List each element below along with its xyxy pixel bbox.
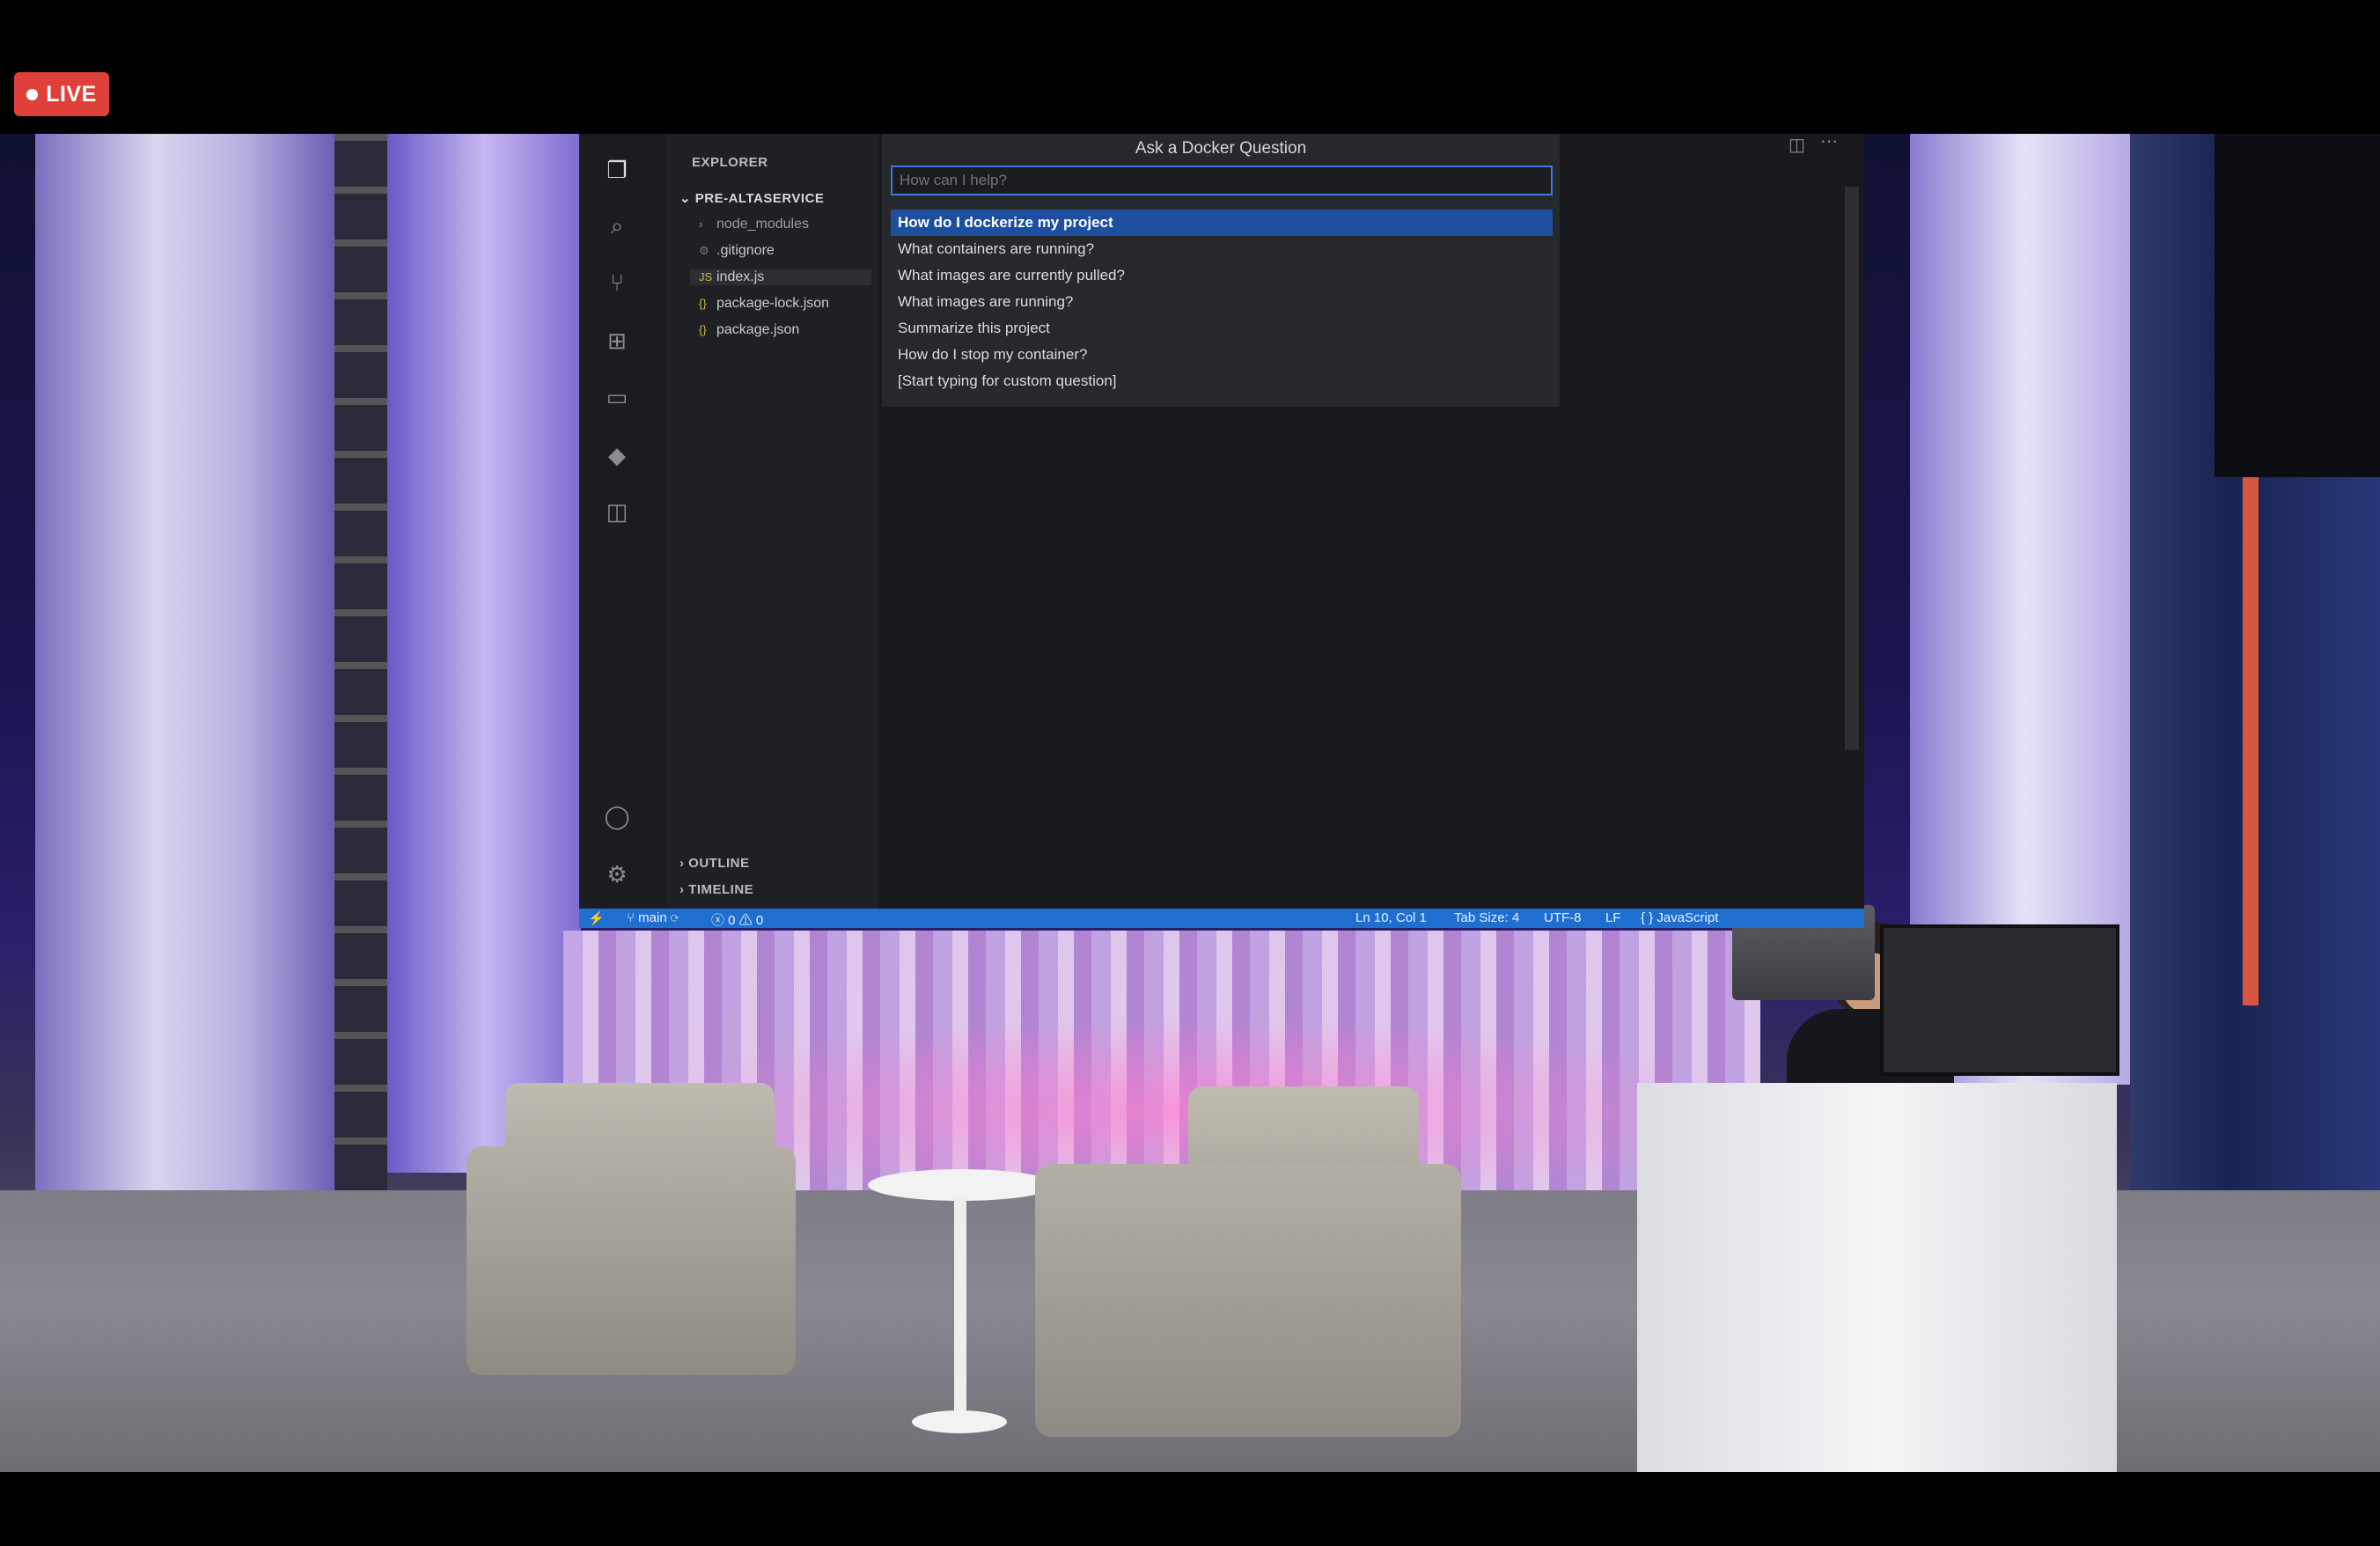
file-name: .gitignore: [716, 243, 775, 258]
question-input[interactable]: [891, 166, 1553, 195]
outline-section[interactable]: › OUTLINE: [679, 856, 750, 871]
remote-explorer-icon[interactable]: ▭: [602, 382, 632, 412]
search-icon[interactable]: ⌕: [602, 211, 632, 241]
chevron-right-icon: ›: [699, 217, 703, 231]
source-control-icon[interactable]: ⑂: [602, 268, 632, 298]
chevron-right-icon: ›: [679, 882, 689, 897]
live-label: LIVE: [46, 81, 97, 107]
side-table-stem: [954, 1197, 966, 1417]
language-mode[interactable]: { } JavaScript: [1641, 910, 1718, 925]
line-ending[interactable]: LF: [1605, 910, 1621, 925]
command-palette: Ask a Docker Question How do I dockerize…: [882, 134, 1560, 407]
projection-screen: ❐ ⌕ ⑂ ⊞ ▭ ◆ ◫ ◯ ⚙ EXPLORER ⌄ PRE-ALTASER…: [579, 134, 1864, 928]
right-speaker: [2215, 134, 2380, 477]
branch-name: main: [638, 910, 667, 925]
live-dot-icon: [26, 88, 39, 100]
editor-area: Ask a Docker Question How do I dockerize…: [878, 134, 1864, 909]
left-truss: [334, 134, 387, 1190]
file-name: package.json: [716, 322, 800, 337]
js-file-icon: JS: [699, 270, 713, 283]
palette-option[interactable]: What containers are running?: [891, 236, 1553, 262]
more-actions-icon[interactable]: ⋯: [1820, 134, 1838, 152]
palette-title: Ask a Docker Question: [1135, 139, 1307, 158]
side-table-base: [912, 1410, 1007, 1433]
warning-count: 0: [755, 913, 764, 928]
editor-scrollbar[interactable]: [1845, 187, 1859, 750]
cursor-position[interactable]: Ln 10, Col 1: [1355, 910, 1427, 925]
tree-item-index-js[interactable]: JS index.js: [690, 269, 871, 285]
settings-gear-icon[interactable]: ⚙: [602, 859, 632, 889]
status-bar: ⚡ ⑂ main ⟳ ⓧ 0 ⚠ 0 Ln 10, Col 1 Tab Size…: [579, 909, 1864, 928]
live-badge: LIVE: [14, 72, 109, 116]
left-curtain: [35, 134, 334, 1226]
split-editor-icon[interactable]: ◫: [1789, 134, 1805, 156]
side-table-top: [868, 1169, 1054, 1201]
palette-option[interactable]: What images are running?: [891, 289, 1553, 315]
tree-item-node-modules[interactable]: › node_modules: [699, 217, 809, 232]
json-file-icon: {}: [699, 323, 707, 336]
timeline-label: TIMELINE: [688, 882, 754, 897]
timeline-section[interactable]: › TIMELINE: [679, 882, 753, 897]
tab-size[interactable]: Tab Size: 4: [1454, 910, 1519, 925]
problems-indicator[interactable]: ⓧ 0 ⚠ 0: [711, 910, 763, 928]
outline-label: OUTLINE: [688, 856, 750, 871]
left-inner-curtain: [387, 134, 581, 1173]
chat-icon[interactable]: ◫: [602, 497, 632, 526]
language-name: JavaScript: [1656, 910, 1719, 925]
activity-bar: ❐ ⌕ ⑂ ⊞ ▭ ◆ ◫ ◯ ⚙: [579, 134, 667, 909]
tree-item-package-lock[interactable]: {} package-lock.json: [699, 296, 829, 312]
palette-option[interactable]: How do I dockerize my project: [891, 210, 1553, 236]
palette-option[interactable]: [Start typing for custom question]: [891, 368, 1553, 394]
project-folder[interactable]: ⌄ PRE-ALTASERVICE: [679, 190, 824, 206]
docker-icon[interactable]: ◆: [602, 440, 632, 470]
file-name: package-lock.json: [716, 296, 830, 311]
explorer-header: EXPLORER: [692, 155, 768, 170]
left-chair: [466, 1146, 796, 1375]
right-chair: [1035, 1164, 1461, 1437]
right-red-light: [2243, 477, 2259, 1005]
files-icon[interactable]: ❐: [602, 155, 632, 185]
file-name: index.js: [716, 269, 765, 284]
chevron-down-icon: ⌄: [679, 191, 695, 206]
palette-option[interactable]: What images are currently pulled?: [891, 262, 1553, 289]
remote-indicator-icon[interactable]: ⚡: [588, 910, 605, 926]
chevron-right-icon: ›: [679, 856, 689, 871]
encoding[interactable]: UTF-8: [1544, 910, 1582, 925]
project-name: PRE-ALTASERVICE: [694, 191, 825, 206]
palette-option[interactable]: How do I stop my container?: [891, 342, 1553, 368]
explorer-sidebar: EXPLORER ⌄ PRE-ALTASERVICE › node_modules…: [667, 134, 878, 909]
file-name: node_modules: [716, 217, 809, 232]
account-icon[interactable]: ◯: [602, 801, 632, 831]
gear-icon: ⚙: [699, 244, 709, 257]
extensions-icon[interactable]: ⊞: [602, 326, 632, 356]
tree-item-gitignore[interactable]: ⚙ .gitignore: [699, 243, 775, 259]
tree-item-package-json[interactable]: {} package.json: [699, 322, 799, 338]
branch-indicator[interactable]: ⑂ main ⟳: [627, 910, 679, 925]
palette-option[interactable]: Summarize this project: [891, 315, 1553, 342]
monitor: [1880, 924, 2119, 1076]
podium: [1637, 1083, 2117, 1472]
error-count: 0: [728, 913, 736, 928]
json-file-icon: {}: [699, 297, 707, 310]
